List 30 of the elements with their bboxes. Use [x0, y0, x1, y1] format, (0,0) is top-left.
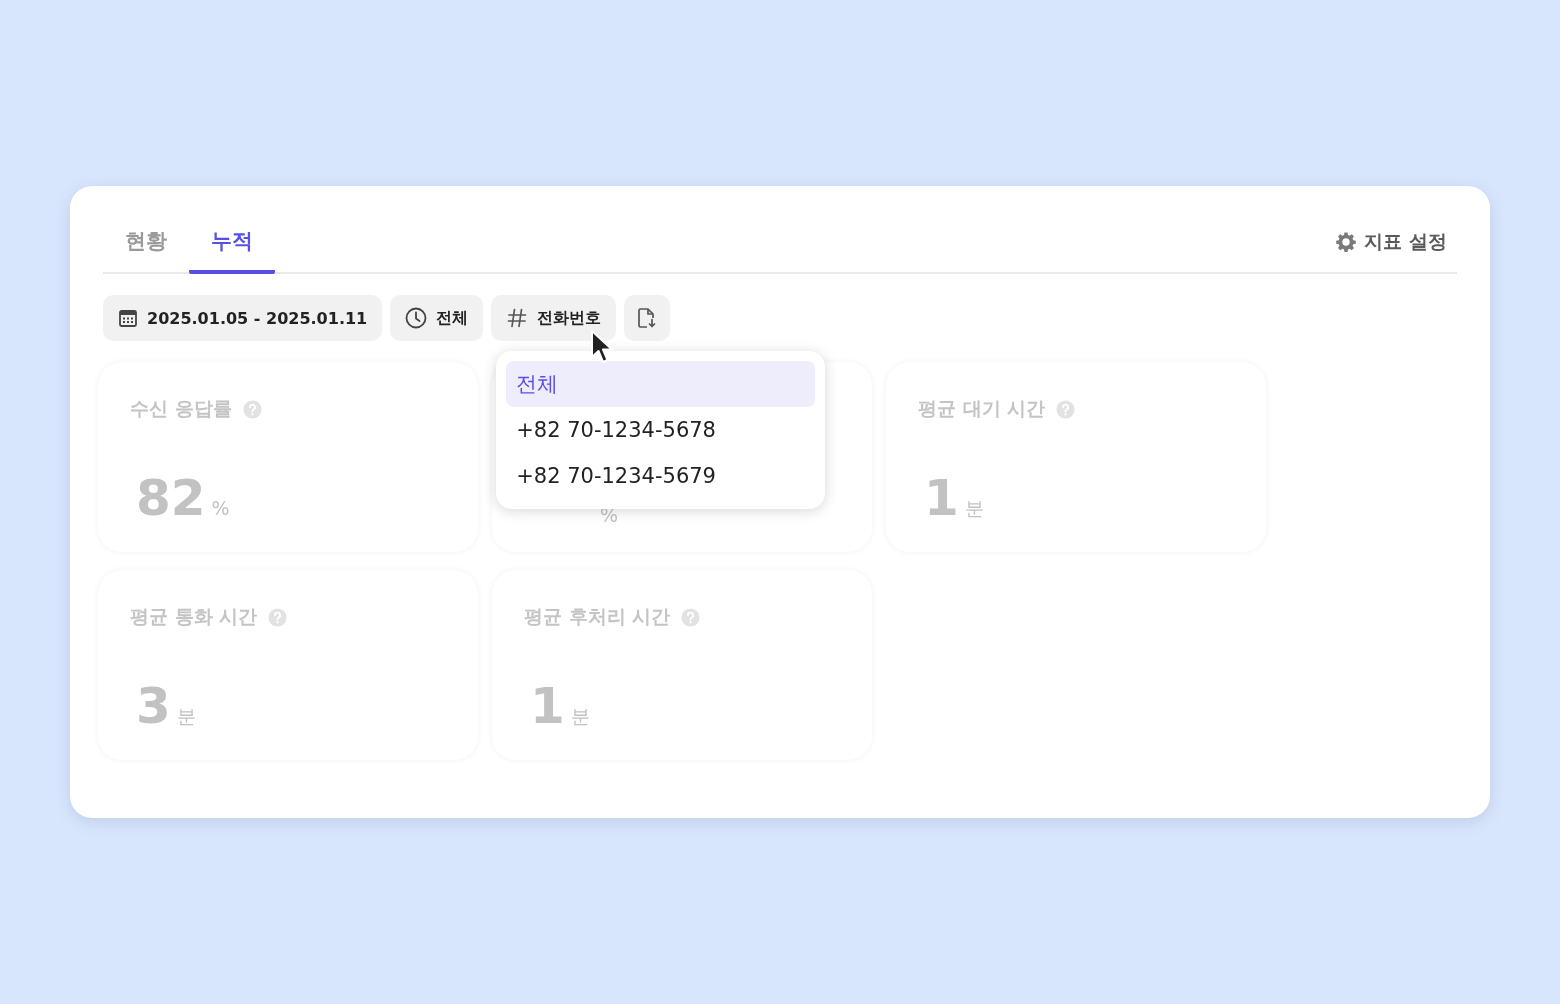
- metric-value: 3: [136, 676, 171, 736]
- metric-unit: 분: [964, 496, 984, 521]
- card-title: 평균 대기 시간: [918, 396, 1046, 421]
- help-icon[interactable]: [242, 399, 262, 419]
- filter-button[interactable]: 전화번호: [491, 295, 617, 341]
- metric-value: 1: [530, 676, 565, 736]
- dropdown-option[interactable]: 전체: [506, 361, 816, 407]
- dropdown-option[interactable]: +82 70-1234-5679: [506, 453, 816, 499]
- file-download-icon: [637, 307, 658, 329]
- calendar-icon: [118, 308, 138, 328]
- filter-button[interactable]: 전체: [390, 295, 484, 341]
- export-button[interactable]: [624, 295, 671, 341]
- metric-value: 82: [136, 468, 206, 528]
- help-icon[interactable]: [1056, 399, 1076, 419]
- tab[interactable]: 누적: [189, 212, 275, 274]
- help-icon[interactable]: [681, 607, 701, 627]
- metric-value: 1: [924, 468, 959, 528]
- settings-icon: [1335, 231, 1358, 253]
- metric-unit: %: [211, 497, 230, 519]
- filter-button[interactable]: 2025.01.05 - 2025.01.11: [103, 295, 383, 341]
- dropdown-option[interactable]: +82 70-1234-5678: [506, 407, 816, 453]
- help-icon[interactable]: [268, 607, 288, 627]
- hash-icon: [506, 307, 529, 329]
- card-title: 수신 응답률: [130, 396, 232, 421]
- settings-button[interactable]: 지표 설정: [1335, 212, 1457, 272]
- metric-unit: 분: [176, 704, 196, 729]
- clock-icon: [405, 307, 428, 329]
- metric-unit: 분: [570, 704, 590, 729]
- card-title: 평균 후처리 시간: [524, 604, 671, 629]
- card-title: 평균 통화 시간: [130, 604, 258, 629]
